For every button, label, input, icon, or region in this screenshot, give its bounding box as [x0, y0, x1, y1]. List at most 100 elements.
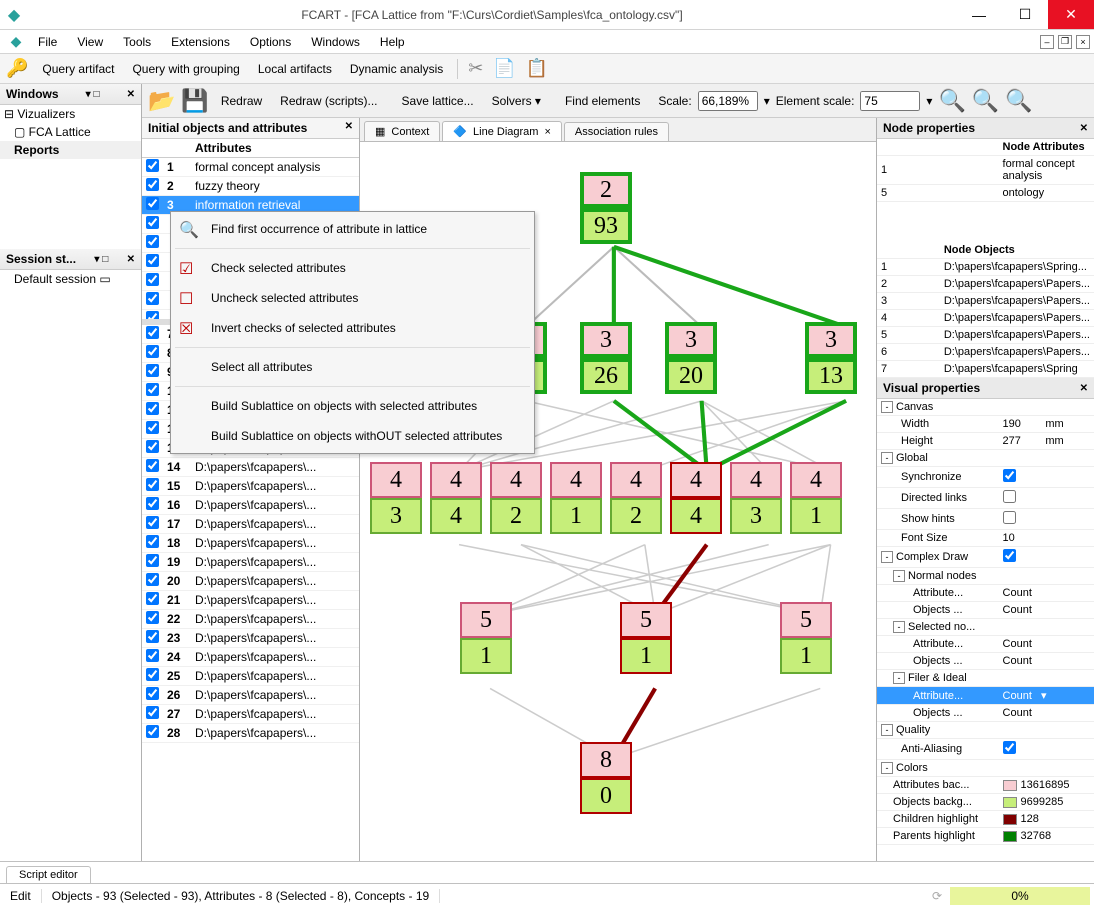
object-checkbox[interactable]	[146, 687, 159, 700]
object-checkbox[interactable]	[146, 725, 159, 738]
lattice-node[interactable]: 44	[670, 462, 722, 534]
tree-fca-lattice[interactable]: ▢ FCA Lattice	[0, 123, 141, 141]
lattice-node[interactable]: 326	[580, 322, 632, 394]
lattice-node[interactable]: 43	[370, 462, 422, 534]
tree-vizualizers[interactable]: ⊟ Vizualizers	[0, 105, 141, 123]
btn-local-artifacts[interactable]: Local artifacts	[254, 60, 336, 78]
visprops-close-icon[interactable]: ✕	[1080, 383, 1088, 394]
mdi-restore-icon[interactable]: ❐	[1058, 35, 1072, 49]
close-button[interactable]: ✕	[1048, 0, 1094, 29]
ctx-build-without[interactable]: Build Sublattice on objects withOUT sele…	[171, 421, 534, 451]
windows-close-icon[interactable]: ✕	[127, 89, 135, 100]
object-row[interactable]: 15D:\papers\fcapapers\...	[142, 477, 359, 496]
btn-query-grouping[interactable]: Query with grouping	[128, 60, 243, 78]
lattice-node[interactable]: 51	[620, 602, 672, 674]
menu-options[interactable]: Options	[240, 30, 301, 53]
object-checkbox[interactable]	[146, 554, 159, 567]
ctx-invert[interactable]: ☒Invert checks of selected attributes	[171, 313, 534, 343]
object-checkbox[interactable]	[146, 421, 159, 434]
maximize-button[interactable]: ☐	[1002, 0, 1048, 29]
chk-sync[interactable]	[1003, 469, 1016, 482]
object-checkbox[interactable]	[146, 459, 159, 472]
zoom-fit-icon[interactable]: 🔍	[1005, 88, 1032, 114]
ctx-select-all[interactable]: Select all attributes	[171, 352, 534, 382]
mdi-minimize-icon[interactable]: –	[1040, 35, 1054, 49]
save-icon[interactable]: 💾	[181, 88, 208, 114]
refresh-icon[interactable]: ⟳	[924, 889, 950, 903]
object-checkbox[interactable]	[146, 573, 159, 586]
lattice-node[interactable]: 51	[460, 602, 512, 674]
paste-icon[interactable]: 📋	[526, 58, 548, 79]
lattice-node[interactable]: 42	[490, 462, 542, 534]
object-row[interactable]: 23D:\papers\fcapapers\...	[142, 629, 359, 648]
copy-icon[interactable]: 📄	[493, 58, 515, 79]
attribute-checkbox[interactable]	[146, 178, 159, 191]
lattice-node[interactable]: 51	[780, 602, 832, 674]
object-row[interactable]: 25D:\papers\fcapapers\...	[142, 667, 359, 686]
btn-redraw-scripts[interactable]: Redraw (scripts)...	[274, 92, 383, 110]
menu-help[interactable]: Help	[370, 30, 415, 53]
object-checkbox[interactable]	[146, 592, 159, 605]
menu-file[interactable]: File	[28, 30, 67, 53]
tab-line-diagram[interactable]: 🔷 Line Diagram ×	[442, 121, 562, 141]
zoom-out-icon[interactable]: 🔍	[938, 88, 965, 114]
object-checkbox[interactable]	[146, 611, 159, 624]
object-checkbox[interactable]	[146, 706, 159, 719]
object-checkbox[interactable]	[146, 478, 159, 491]
object-checkbox[interactable]	[146, 668, 159, 681]
object-checkbox[interactable]	[146, 630, 159, 643]
menu-view[interactable]: View	[67, 30, 113, 53]
object-row[interactable]: 14D:\papers\fcapapers\...	[142, 458, 359, 477]
menu-extensions[interactable]: Extensions	[161, 30, 240, 53]
btn-redraw[interactable]: Redraw	[215, 92, 268, 110]
lattice-node[interactable]: 313	[805, 322, 857, 394]
lattice-node[interactable]: 41	[790, 462, 842, 534]
btn-save-lattice[interactable]: Save lattice...	[396, 92, 480, 110]
object-row[interactable]: 18D:\papers\fcapapers\...	[142, 534, 359, 553]
session-close-icon[interactable]: ✕	[127, 254, 135, 265]
attribute-row[interactable]: 2fuzzy theory	[142, 177, 359, 196]
minimize-button[interactable]: —	[956, 0, 1002, 29]
attribute-row[interactable]: 1formal concept analysis	[142, 158, 359, 177]
object-row[interactable]: 21D:\papers\fcapapers\...	[142, 591, 359, 610]
object-row[interactable]: 26D:\papers\fcapapers\...	[142, 686, 359, 705]
chk-aa[interactable]	[1003, 741, 1016, 754]
btn-dynamic-analysis[interactable]: Dynamic analysis	[346, 60, 447, 78]
chk-hint[interactable]	[1003, 511, 1016, 524]
mdi-close-icon[interactable]: ×	[1076, 35, 1090, 49]
menu-windows[interactable]: Windows	[301, 30, 370, 53]
object-checkbox[interactable]	[146, 649, 159, 662]
elscale-input[interactable]	[860, 91, 920, 111]
lattice-node[interactable]: 293	[580, 172, 632, 244]
object-row[interactable]: 28D:\papers\fcapapers\...	[142, 724, 359, 743]
object-row[interactable]: 16D:\papers\fcapapers\...	[142, 496, 359, 515]
ctx-uncheck[interactable]: ☐Uncheck selected attributes	[171, 283, 534, 313]
btn-solvers[interactable]: Solvers ▾	[486, 92, 547, 110]
tab-close-icon[interactable]: ×	[544, 126, 550, 138]
attribute-checkbox[interactable]	[146, 159, 159, 172]
object-checkbox[interactable]	[146, 402, 159, 415]
object-checkbox[interactable]	[146, 383, 159, 396]
tab-association-rules[interactable]: Association rules	[564, 122, 669, 141]
object-checkbox[interactable]	[146, 326, 159, 339]
object-checkbox[interactable]	[146, 497, 159, 510]
chk-dir[interactable]	[1003, 490, 1016, 503]
tree-reports[interactable]: Reports	[0, 141, 141, 159]
object-row[interactable]: 22D:\papers\fcapapers\...	[142, 610, 359, 629]
cut-icon[interactable]: ✂	[468, 58, 483, 79]
tree-default-session[interactable]: Default session ▭	[0, 270, 141, 288]
scale-input[interactable]	[698, 91, 758, 111]
lattice-node[interactable]: 320	[665, 322, 717, 394]
open-icon[interactable]: 📂	[148, 88, 175, 114]
object-checkbox[interactable]	[146, 345, 159, 358]
object-checkbox[interactable]	[146, 440, 159, 453]
object-checkbox[interactable]	[146, 364, 159, 377]
objattr-close-icon[interactable]: ✕	[345, 121, 353, 135]
ctx-find[interactable]: 🔍Find first occurrence of attribute in l…	[171, 214, 534, 244]
lattice-node[interactable]: 43	[730, 462, 782, 534]
ctx-check[interactable]: ☑Check selected attributes	[171, 253, 534, 283]
object-row[interactable]: 27D:\papers\fcapapers\...	[142, 705, 359, 724]
object-row[interactable]: 24D:\papers\fcapapers\...	[142, 648, 359, 667]
ctx-build-with[interactable]: Build Sublattice on objects with selecte…	[171, 391, 534, 421]
chk-complex[interactable]	[1003, 549, 1016, 562]
